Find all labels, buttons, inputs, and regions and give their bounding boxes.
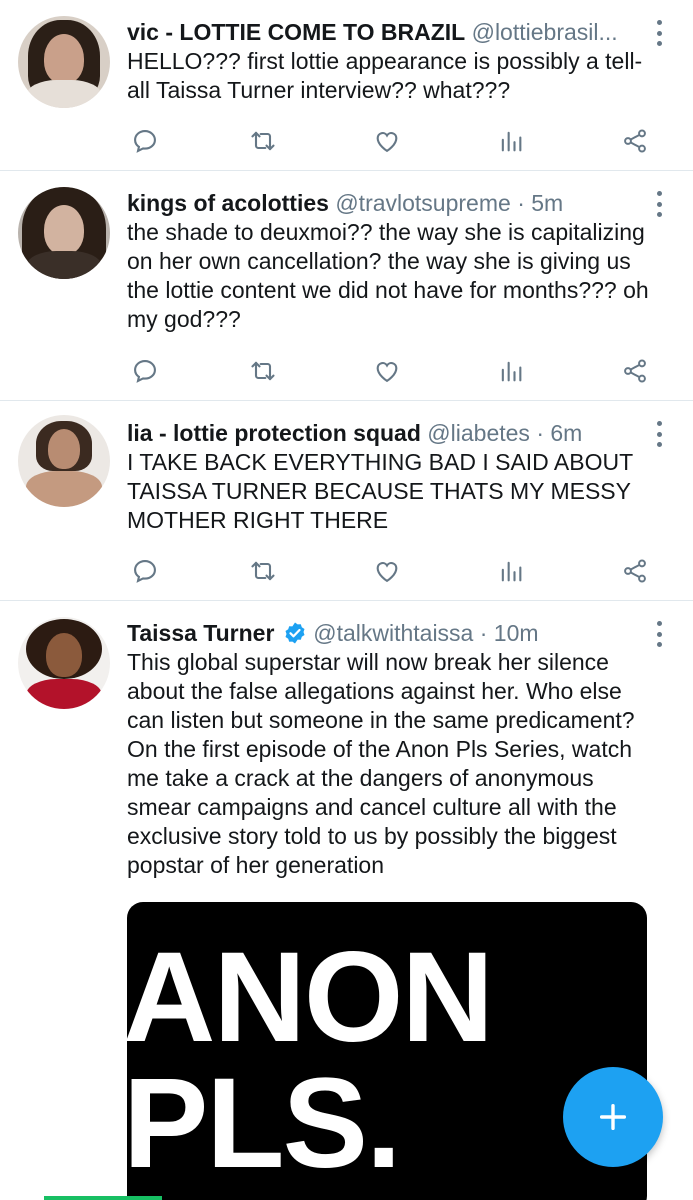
tweet[interactable]: kings of acolotties @travlotsupreme · 5m… [0, 171, 693, 401]
share-icon[interactable] [617, 353, 653, 389]
avatar[interactable] [18, 617, 110, 709]
tweet-text: HELLO??? first lottie appearance is poss… [127, 48, 643, 103]
media-text-line: ANON [127, 926, 494, 1069]
tweet-header: kings of acolotties @travlotsupreme · 5m [127, 189, 649, 217]
retweet-icon[interactable] [245, 553, 281, 589]
avatar[interactable] [18, 415, 110, 507]
timestamp[interactable]: 5m [531, 190, 563, 216]
tweet-actions [127, 123, 653, 159]
author-handle[interactable]: @liabetes [427, 420, 530, 446]
share-icon[interactable] [617, 123, 653, 159]
avatar[interactable] [18, 187, 110, 279]
author-name[interactable]: lia - lottie protection squad [127, 420, 421, 446]
more-options-icon[interactable] [655, 20, 663, 46]
analytics-icon[interactable] [493, 553, 529, 589]
verified-badge-icon [283, 621, 307, 645]
more-options-icon[interactable] [655, 621, 663, 647]
analytics-icon[interactable] [493, 123, 529, 159]
reply-icon[interactable] [127, 353, 163, 389]
plus-icon [599, 1103, 627, 1131]
analytics-icon[interactable] [493, 353, 529, 389]
progress-strip [44, 1196, 162, 1200]
media-image[interactable]: ANON PLS. [127, 902, 647, 1200]
tweet-header: Taissa Turner @talkwithtaissa · 10m [127, 619, 649, 647]
tweet-header: vic - LOTTIE COME TO BRAZIL @lottiebrasi… [127, 18, 649, 46]
tweet-text: I TAKE BACK EVERYTHING BAD I SAID ABOUT … [127, 449, 633, 533]
tweet[interactable]: lia - lottie protection squad @liabetes … [0, 401, 693, 601]
author-handle[interactable]: @lottiebrasil... [472, 19, 618, 45]
author-name[interactable]: kings of acolotties [127, 190, 329, 216]
timestamp[interactable]: 6m [550, 420, 582, 446]
separator-dot: · [517, 190, 525, 216]
tweet-text: the shade to deuxmoi?? the way she is ca… [127, 219, 649, 332]
tweet-actions [127, 553, 653, 589]
author-name[interactable]: Taissa Turner [127, 620, 274, 646]
avatar[interactable] [18, 16, 110, 108]
compose-tweet-button[interactable] [563, 1067, 663, 1167]
more-options-icon[interactable] [655, 421, 663, 447]
more-options-icon[interactable] [655, 191, 663, 217]
tweet-text: This global superstar will now break her… [127, 649, 635, 878]
separator-dot: · [479, 620, 488, 646]
media-text-line: PLS. [127, 1052, 401, 1195]
share-icon[interactable] [617, 553, 653, 589]
separator-dot: · [536, 420, 544, 446]
tweet-actions [127, 353, 653, 389]
author-handle[interactable]: @travlotsupreme [335, 190, 510, 216]
author-name[interactable]: vic - LOTTIE COME TO BRAZIL [127, 19, 465, 45]
retweet-icon[interactable] [245, 353, 281, 389]
tweet[interactable]: vic - LOTTIE COME TO BRAZIL @lottiebrasi… [0, 0, 693, 171]
timestamp[interactable]: 10m [494, 620, 539, 646]
reply-icon[interactable] [127, 553, 163, 589]
like-icon[interactable] [369, 553, 405, 589]
like-icon[interactable] [369, 353, 405, 389]
author-handle[interactable]: @talkwithtaissa [313, 620, 473, 646]
retweet-icon[interactable] [245, 123, 281, 159]
like-icon[interactable] [369, 123, 405, 159]
reply-icon[interactable] [127, 123, 163, 159]
tweet-header: lia - lottie protection squad @liabetes … [127, 419, 649, 447]
